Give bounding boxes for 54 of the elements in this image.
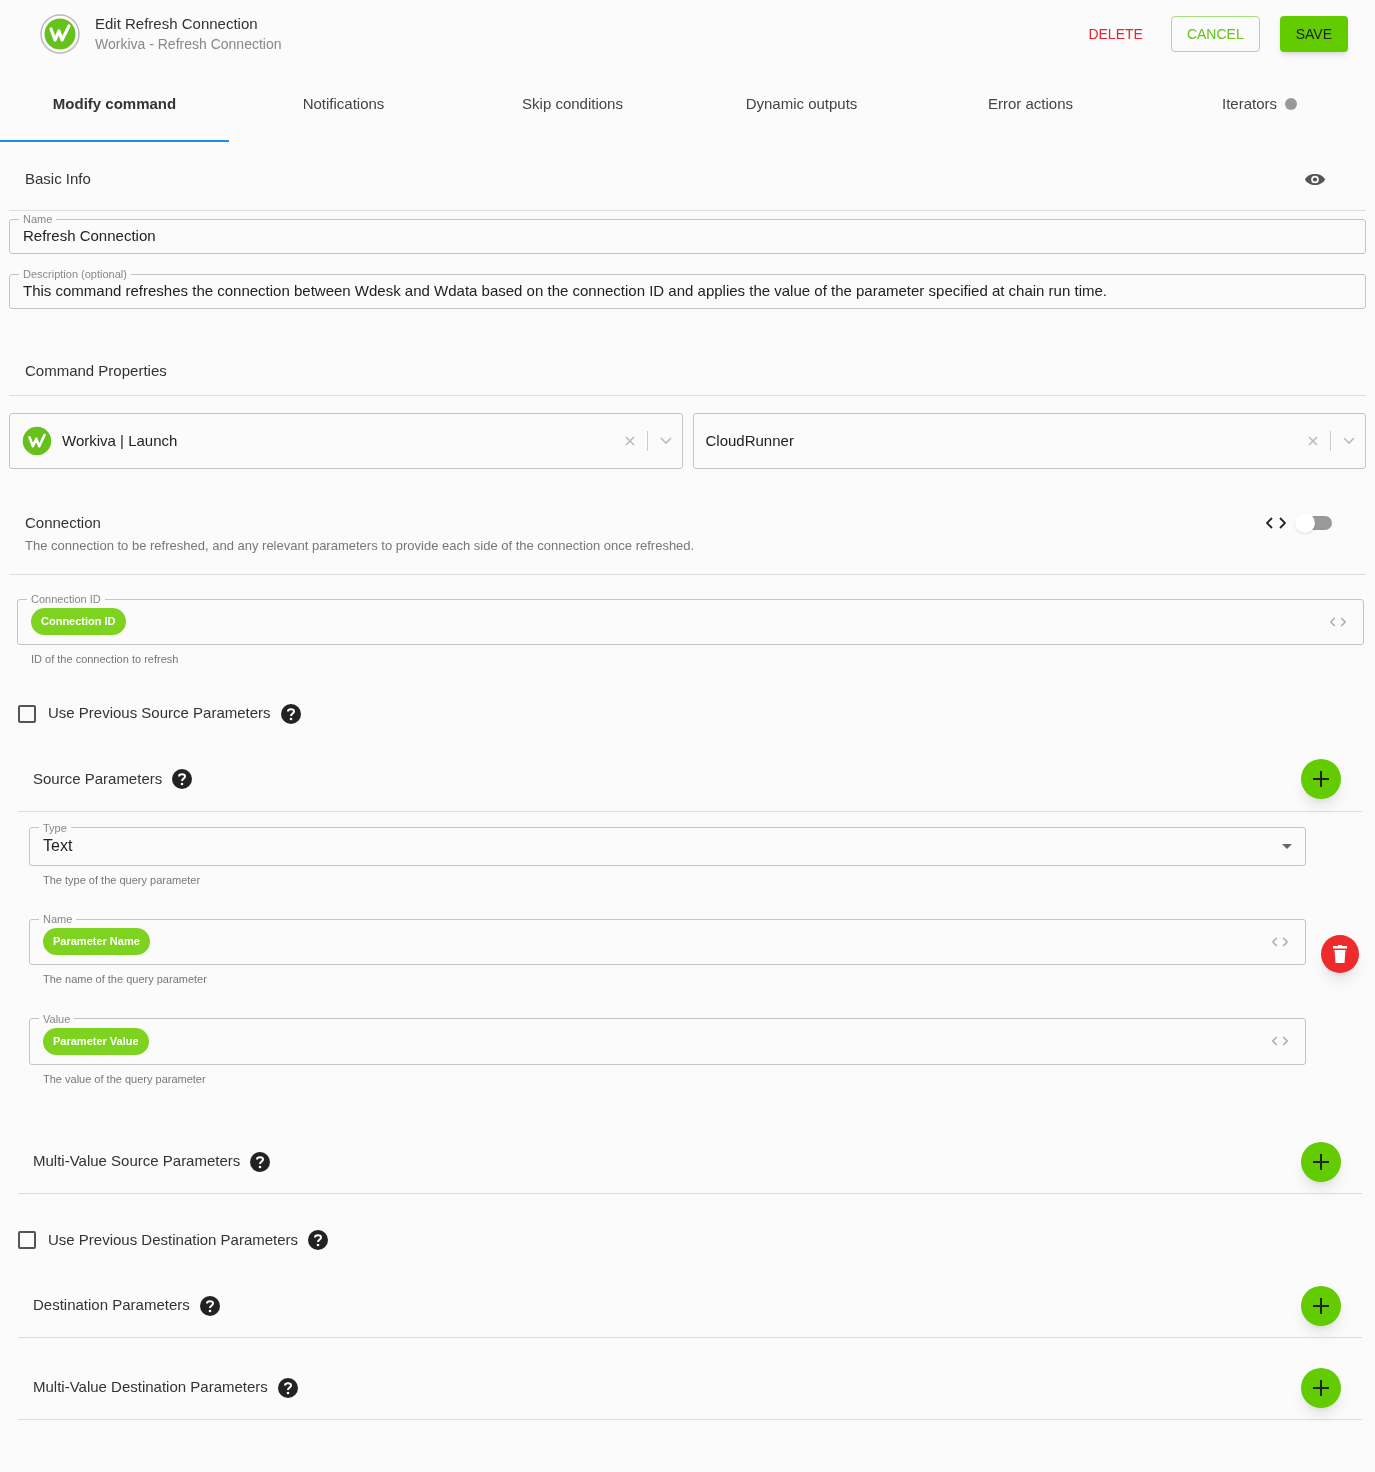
section-title: Destination Parameters <box>33 1295 190 1316</box>
input-field[interactable]: Name Refresh Connection <box>9 213 1366 254</box>
delete-button[interactable] <box>1321 935 1359 974</box>
toggle-switch[interactable] <box>1298 516 1332 530</box>
code-icon <box>1272 1036 1288 1046</box>
visibility-icon <box>1304 172 1326 187</box>
clear-icon <box>1308 436 1318 446</box>
tab[interactable]: Skip conditions <box>458 68 687 142</box>
input-field[interactable]: Name Parameter Name <box>29 913 1306 965</box>
page-subtitle: Workiva - Refresh Connection <box>95 35 282 54</box>
help-icon <box>172 769 193 789</box>
input-field[interactable]: Connection ID Connection ID <box>17 593 1364 645</box>
section-title: Basic Info <box>25 169 91 190</box>
chevron-down-icon <box>659 437 672 445</box>
helper-text: The value of the query parameter <box>42 1071 207 1087</box>
help-icon <box>277 1377 298 1398</box>
help-icon <box>199 1295 220 1316</box>
dropdown-arrow-icon <box>1282 843 1292 849</box>
tab[interactable]: Error actions <box>916 68 1145 142</box>
help-icon <box>280 703 301 724</box>
checkbox-label: Use Previous Destination Parameters <box>48 1229 299 1250</box>
save-button[interactable]: SAVE <box>1279 16 1348 52</box>
tab[interactable]: Modify command <box>0 68 229 142</box>
section-description: The connection to be refreshed, and any relevant parameters to provide each side of the connection once refreshed. <box>25 537 696 555</box>
checkbox[interactable] <box>18 1231 36 1249</box>
select-field[interactable]: CloudRunner <box>692 413 1366 469</box>
code-icon <box>1330 616 1346 627</box>
section-title: Connection <box>25 513 102 533</box>
section-title: Multi-Value Source Parameters <box>33 1151 241 1172</box>
helper-text: The name of the query parameter <box>42 972 208 987</box>
helper-text: The type of the query parameter <box>42 872 202 888</box>
checkbox-label: Use Previous Source Parameters <box>48 703 271 724</box>
select-field[interactable]: Workiva | Launch <box>9 413 683 469</box>
code-icon <box>1266 517 1286 529</box>
tab[interactable]: Dynamic outputs <box>687 68 916 142</box>
section-title: Command Properties <box>25 361 167 382</box>
input-field[interactable]: Description (optional) This command refreshes the connection between Wdesk and Wdata based on the connection ID and applies the value of the parameter specified at chain run time. <box>9 268 1366 309</box>
page-title: Edit Refresh Connection <box>95 14 259 34</box>
help-icon <box>250 1151 271 1172</box>
tab[interactable]: Iterators <box>1145 68 1374 142</box>
logo-icon <box>40 14 80 54</box>
section-title: Multi-Value Destination Parameters <box>33 1377 268 1398</box>
checkbox[interactable] <box>18 704 36 723</box>
help-icon <box>308 1230 329 1250</box>
input-field[interactable]: Value Parameter Value <box>29 1012 1306 1065</box>
chevron-down-icon <box>1343 437 1355 445</box>
tab[interactable]: Notifications <box>229 68 458 142</box>
select-field[interactable]: Type Text <box>29 821 1306 866</box>
code-icon <box>1272 936 1288 947</box>
delete-button[interactable]: DELETE <box>1076 16 1155 52</box>
trash-icon <box>1333 945 1347 964</box>
clear-icon <box>624 436 635 446</box>
helper-text: ID of the connection to refresh <box>30 652 180 667</box>
section-title: Source Parameters <box>33 768 163 789</box>
